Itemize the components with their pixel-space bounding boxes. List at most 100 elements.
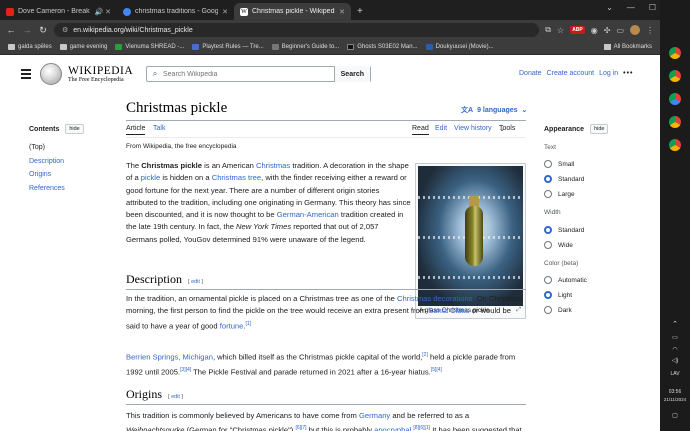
width-option-standard[interactable]: Standard — [544, 226, 584, 234]
extension-icon[interactable]: ◉ — [591, 26, 598, 35]
chrome-app-icon[interactable] — [669, 70, 681, 82]
reload-icon[interactable]: ↻ — [38, 25, 48, 36]
minimize-icon[interactable]: — — [627, 3, 635, 12]
profile-avatar[interactable] — [630, 25, 640, 35]
bookmark-doukyuusei[interactable]: Doukyuusei (Movie)... — [425, 44, 494, 50]
tab-edit[interactable]: Edit — [435, 125, 447, 132]
link-santa-claus[interactable]: Santa Claus — [428, 306, 469, 315]
toc-item-description[interactable]: Description — [29, 158, 109, 172]
search-input[interactable] — [163, 67, 334, 81]
link-germany[interactable]: Germany — [359, 411, 390, 420]
toc-item-top[interactable]: (Top) — [29, 144, 109, 158]
bookmark-vienuma[interactable]: Vienuma SHREAD -... — [115, 44, 184, 50]
chrome-app-icon[interactable] — [669, 116, 681, 128]
languages-button[interactable]: 文A 9 languages ⌄ — [461, 105, 527, 115]
chrome-app-icon[interactable] — [669, 93, 681, 105]
more-options-icon[interactable]: ••• — [623, 70, 633, 77]
tab-close-icon[interactable]: ✕ — [222, 8, 228, 16]
browser-tab-google[interactable]: christmas traditions - Google S ✕ — [117, 3, 234, 20]
clock-time[interactable]: 03:56 — [660, 389, 690, 395]
puzzle-extensions-icon[interactable]: ✣ — [604, 26, 611, 35]
wikipedia-globe-logo[interactable] — [40, 63, 62, 85]
browser-tab-wikipedia[interactable]: W Christmas pickle - Wikipedia ✕ — [234, 3, 351, 20]
citation[interactable]: [6][7] — [295, 425, 306, 431]
citation[interactable]: [5][4] — [431, 367, 442, 373]
adblock-extension-icon[interactable]: ABP — [570, 26, 585, 34]
tab-read[interactable]: Read — [412, 125, 429, 135]
citation[interactable]: [1] — [246, 321, 252, 327]
tray-chevron-icon[interactable]: ⌃ — [660, 320, 690, 328]
search-button[interactable]: Search — [333, 66, 370, 82]
bookmark-beginners-guide[interactable]: Beginner's Guide to... — [271, 44, 339, 50]
toc-item-references[interactable]: References — [29, 185, 109, 199]
main-menu-icon[interactable] — [21, 69, 31, 81]
radio-button[interactable] — [544, 306, 552, 314]
link-berrien-springs[interactable]: Berrien Springs, Michigan — [126, 353, 213, 362]
bookmark-playtest[interactable]: Playtest Rules — Tre... — [192, 44, 264, 50]
new-tab-button[interactable]: + — [351, 3, 369, 20]
toc-item-origins[interactable]: Origins — [29, 171, 109, 185]
maximize-icon[interactable]: ☐ — [649, 3, 656, 12]
sidebar-panel-icon[interactable]: ▭ — [616, 26, 624, 35]
text-size-option-standard[interactable]: Standard — [544, 175, 584, 183]
bookmark-ghosts[interactable]: Ghosts S03E02 Man... — [347, 44, 418, 50]
volume-icon[interactable]: ◁) — [660, 357, 690, 364]
bookmark-folder-game-evening[interactable]: game evening — [59, 44, 107, 50]
notifications-icon[interactable]: ▢ — [660, 412, 690, 419]
radio-button[interactable] — [544, 276, 552, 284]
all-bookmarks-button[interactable]: All Bookmarks — [603, 44, 652, 50]
tab-close-icon[interactable]: ✕ — [339, 8, 345, 16]
address-bar[interactable]: ⚙ en.wikipedia.org/wiki/Christmas_pickle — [54, 23, 540, 37]
width-option-wide[interactable]: Wide — [544, 241, 573, 249]
bookmark-star-icon[interactable]: ☆ — [557, 26, 564, 35]
text-size-option-small[interactable]: Small — [544, 160, 574, 168]
bookmark-folder-galda[interactable]: galda spēles — [8, 44, 52, 50]
radio-button[interactable] — [544, 190, 552, 198]
color-option-light[interactable]: Light — [544, 291, 572, 299]
section-edit-link[interactable]: [ edit ] — [188, 279, 203, 285]
radio-button[interactable] — [544, 226, 552, 234]
back-arrow-icon[interactable]: ← — [6, 25, 16, 35]
color-option-dark[interactable]: Dark — [544, 306, 572, 314]
link-christmas-tree[interactable]: Christmas tree — [212, 173, 261, 182]
section-edit-link[interactable]: [ edit ] — [168, 394, 183, 400]
tab-talk[interactable]: Talk — [153, 125, 165, 132]
radio-button[interactable] — [544, 241, 552, 249]
cast-icon[interactable]: ⧉ — [545, 25, 551, 35]
citation[interactable]: [8][6][1] — [413, 425, 430, 431]
log-in-link[interactable]: Log in — [599, 70, 618, 77]
wifi-icon[interactable]: ◠ — [660, 346, 690, 353]
tab-view-history[interactable]: View history — [454, 125, 492, 132]
link-fortune[interactable]: fortune — [220, 321, 244, 330]
link-christmas[interactable]: Christmas — [256, 161, 290, 170]
radio-button[interactable] — [544, 175, 552, 183]
donate-link[interactable]: Donate — [519, 70, 542, 77]
link-pickle[interactable]: pickle — [141, 173, 160, 182]
radio-button[interactable] — [544, 291, 552, 299]
browser-tab-dove-cameron[interactable]: Dove Cameron - Breakfast 🔊 ✕ — [0, 3, 117, 20]
clock-date[interactable]: 21/11/2024 — [660, 397, 690, 402]
forward-arrow-icon[interactable]: → — [22, 25, 32, 35]
color-option-automatic[interactable]: Automatic — [544, 276, 587, 284]
radio-button[interactable] — [544, 160, 552, 168]
network-icon[interactable]: ▭ — [660, 334, 690, 341]
text-size-option-large[interactable]: Large — [544, 190, 575, 198]
appearance-hide-button[interactable]: hide — [590, 124, 609, 134]
glass-pickle-image[interactable] — [418, 166, 523, 306]
link-christmas-decorations[interactable]: Christmas decorations — [397, 294, 473, 303]
tab-search-icon[interactable]: ⌄ — [606, 3, 613, 12]
chrome-app-icon[interactable] — [669, 139, 681, 151]
link-apocryphal[interactable]: apocryphal — [374, 426, 411, 431]
create-account-link[interactable]: Create account — [547, 70, 594, 77]
chrome-menu-icon[interactable]: ⋮ — [646, 26, 654, 35]
citation[interactable]: [2] — [422, 352, 428, 358]
toc-hide-button[interactable]: hide — [65, 124, 84, 134]
chrome-app-icon[interactable] — [669, 47, 681, 59]
wikipedia-wordmark[interactable]: WIKIPEDIA — [68, 65, 133, 77]
link-german-american[interactable]: German-American — [277, 210, 339, 219]
site-info-icon[interactable]: ⚙ — [62, 26, 68, 34]
tab-article[interactable]: Article — [126, 125, 146, 135]
input-language[interactable]: LAV — [660, 371, 690, 377]
tab-close-icon[interactable]: 🔊 ✕ — [94, 8, 111, 16]
citation[interactable]: [3][4] — [180, 367, 191, 373]
